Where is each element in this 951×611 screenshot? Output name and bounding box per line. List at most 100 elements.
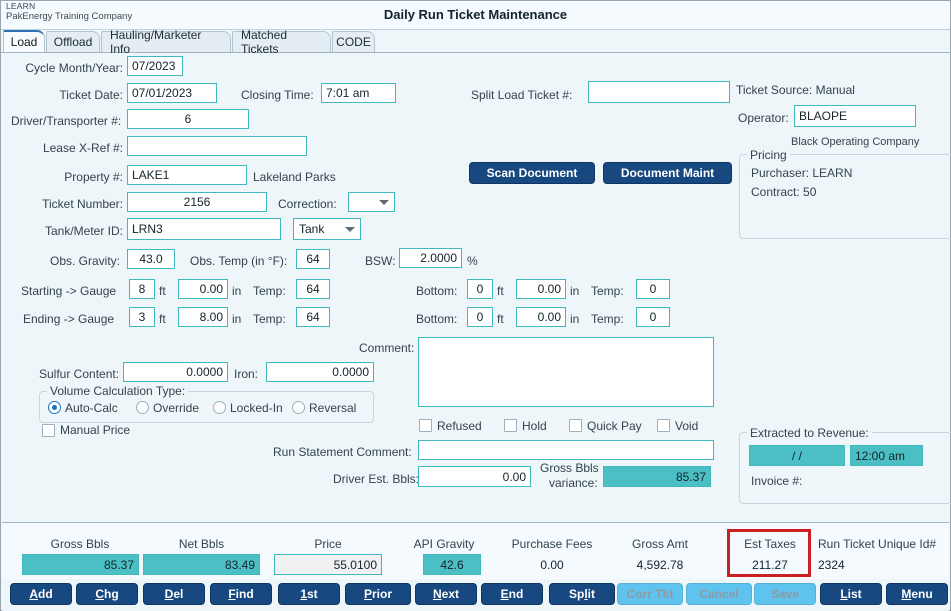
ending-gauge-label: Ending -> Gauge [23, 312, 115, 326]
driver-transporter-input[interactable]: 6 [127, 109, 249, 129]
comment-label: Comment: [359, 341, 415, 355]
del-button[interactable]: Del [143, 583, 205, 605]
find-button[interactable]: Find [210, 583, 272, 605]
extracted-time-input[interactable]: 12:00 am [850, 445, 923, 466]
menu-button-rest: enu [911, 587, 933, 601]
prior-button-rest: rior [372, 587, 393, 601]
document-maint-button[interactable]: Document Maint [603, 162, 732, 184]
bottom1-ft-input[interactable]: 0 [467, 279, 493, 299]
ticket-number-label: Ticket Number: [42, 197, 123, 211]
bottom2-ft-input[interactable]: 0 [467, 307, 493, 327]
summary-label-price: Price [314, 537, 342, 551]
correction-dropdown[interactable] [348, 192, 395, 212]
bottom1-in-input[interactable]: 0.00 [516, 279, 566, 299]
summary-value-price[interactable]: 55.0100 [274, 554, 382, 575]
quick-pay-label[interactable]: Quick Pay [587, 419, 642, 433]
obs-temp-label: Obs. Temp (in °F): [190, 254, 288, 268]
ticket-date-input[interactable]: 07/01/2023 [127, 83, 217, 103]
sulfur-content-input[interactable]: 0.0000 [123, 362, 228, 382]
starting-gauge-ft-input[interactable]: 8 [129, 279, 155, 299]
bottom1-label: Bottom: [416, 284, 458, 298]
est-taxes-annotation-highlight [727, 529, 811, 577]
obs-gravity-input[interactable]: 43.0 [127, 249, 175, 269]
starting-in-unit: in [232, 284, 242, 298]
sulfur-content-label: Sulfur Content: [39, 367, 120, 381]
tab-load[interactable]: Load [3, 30, 45, 52]
tab-matched-tickets[interactable]: Matched Tickets [232, 28, 331, 56]
next-button[interactable]: Next [415, 583, 477, 605]
ending-ft-unit: ft [159, 312, 166, 326]
radio-reversal-label[interactable]: Reversal [309, 401, 356, 415]
manual-price-label[interactable]: Manual Price [60, 423, 130, 437]
void-label[interactable]: Void [675, 419, 698, 433]
starting-temp-input[interactable]: 64 [296, 279, 330, 299]
tab-offload[interactable]: Offload [46, 31, 100, 52]
operator-input[interactable]: BLAOPE [794, 105, 916, 127]
bottom2-in-unit: in [570, 312, 580, 326]
starting-gauge-in-input[interactable]: 0.00 [178, 279, 228, 299]
refused-label[interactable]: Refused [437, 419, 482, 433]
ending-gauge-in-input[interactable]: 8.00 [178, 307, 228, 327]
property-input[interactable]: LAKE1 [127, 165, 247, 185]
radio-locked-in-label[interactable]: Locked-In [230, 401, 283, 415]
starting-temp-label: Temp: [253, 284, 286, 298]
iron-input[interactable]: 0.0000 [266, 362, 374, 382]
summary-value-run-ticket-unique-id: 2324 [818, 558, 845, 572]
property-name-text: Lakeland Parks [253, 170, 336, 184]
list-button[interactable]: List [820, 583, 882, 605]
checkbox-void[interactable] [657, 419, 670, 432]
first-button[interactable]: 1st [278, 583, 340, 605]
tank-type-dropdown[interactable]: Tank [293, 218, 361, 240]
comment-textarea[interactable] [418, 337, 714, 407]
prior-button[interactable]: Prior [345, 583, 411, 605]
bsw-input[interactable]: 2.0000 [399, 248, 462, 268]
ticket-date-label: Ticket Date: [59, 88, 123, 102]
add-button[interactable]: Add [10, 583, 72, 605]
radio-auto-calc-label[interactable]: Auto-Calc [65, 401, 118, 415]
bottom2-temp-input[interactable]: 0 [636, 307, 670, 327]
tab-hauling-marketer-info[interactable]: Hauling/Marketer Info [101, 28, 231, 56]
split-button[interactable]: Sp l it [549, 583, 615, 605]
extracted-to-revenue-group [739, 432, 951, 504]
radio-locked-in[interactable] [213, 401, 226, 414]
gross-bbls-variance-label-line1: Gross Bbls [540, 461, 599, 475]
end-button[interactable]: End [481, 583, 543, 605]
ticket-number-input[interactable]: 2156 [127, 192, 267, 212]
bottom1-in-unit: in [570, 284, 580, 298]
hold-label[interactable]: Hold [522, 419, 547, 433]
driver-est-bbls-input[interactable]: 0.00 [418, 466, 531, 487]
ending-in-unit: in [232, 312, 242, 326]
obs-temp-input[interactable]: 64 [296, 249, 330, 269]
scan-document-button[interactable]: Scan Document [469, 162, 595, 184]
cycle-month-year-input[interactable]: 07/2023 [127, 56, 183, 76]
tank-meter-input[interactable]: LRN3 [127, 218, 281, 240]
lease-xref-input[interactable] [127, 136, 307, 156]
run-statement-comment-input[interactable] [418, 440, 714, 460]
checkbox-manual-price[interactable] [42, 424, 55, 437]
ending-temp-input[interactable]: 64 [296, 307, 330, 327]
bottom2-label: Bottom: [416, 312, 458, 326]
bottom2-in-input[interactable]: 0.00 [516, 307, 566, 327]
starting-gauge-label: Starting -> Gauge [21, 284, 117, 298]
first-button-rest: st [307, 587, 318, 601]
closing-time-input[interactable]: 7:01 am [321, 83, 396, 103]
summary-label-net-bbls: Net Bbls [178, 537, 225, 551]
volume-calculation-type-title: Volume Calculation Type: [47, 384, 189, 398]
chg-button[interactable]: Chg [76, 583, 138, 605]
radio-override[interactable] [136, 401, 149, 414]
menu-button[interactable]: Menu [886, 583, 948, 605]
operator-label: Operator: [738, 111, 789, 125]
chevron-down-icon [379, 200, 389, 205]
radio-override-label[interactable]: Override [153, 401, 199, 415]
radio-auto-calc[interactable] [48, 401, 61, 414]
split-load-ticket-input[interactable] [588, 81, 730, 103]
bottom1-temp-input[interactable]: 0 [636, 279, 670, 299]
radio-reversal[interactable] [292, 401, 305, 414]
checkbox-refused[interactable] [419, 419, 432, 432]
checkbox-hold[interactable] [504, 419, 517, 432]
extracted-date-input[interactable]: / / [749, 445, 845, 466]
checkbox-quick-pay[interactable] [569, 419, 582, 432]
corr-tkt-button: Corr Tkt [617, 583, 683, 605]
tab-code[interactable]: CODE [332, 31, 375, 52]
ending-gauge-ft-input[interactable]: 3 [129, 307, 155, 327]
